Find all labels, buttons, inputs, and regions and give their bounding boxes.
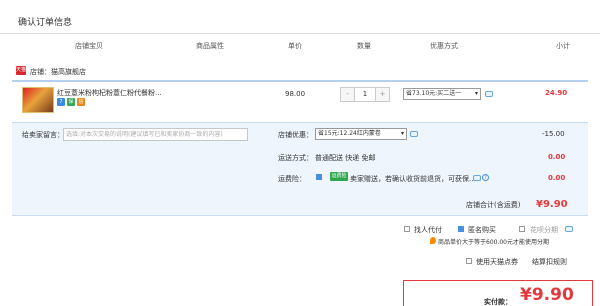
tmall-points-checkbox[interactable] — [466, 258, 472, 264]
quantity-input[interactable]: 1 — [354, 88, 376, 101]
decrement-button[interactable]: - — [341, 88, 354, 101]
col-item-header: 店铺宝贝 — [75, 42, 103, 50]
guarantee-icon: 保 — [67, 98, 75, 106]
insurance-checkbox[interactable] — [316, 174, 322, 180]
increment-button[interactable]: + — [376, 88, 389, 101]
installment-checkbox[interactable] — [519, 226, 525, 232]
col-attr-header: 商品属性 — [196, 42, 224, 50]
shop-total-value: ¥9.90 — [536, 199, 568, 210]
item-subtotal: 24.90 — [545, 89, 568, 97]
col-qty-header: 数量 — [357, 42, 371, 50]
shop-promo-select[interactable]: 省15元:12.24红内蒙卷 ▾ — [315, 128, 407, 140]
anonymous-checkbox[interactable] — [458, 226, 464, 232]
quantity-stepper: - 1 + — [340, 87, 390, 102]
col-price-header: 单价 — [288, 42, 302, 50]
tmall-points-label[interactable]: 使用天猫点券 — [476, 257, 518, 267]
seller-memo-input[interactable]: 选填:对本次交易的说明(建议填写已和卖家协商一致的内容) — [63, 128, 248, 141]
shop-promo-help-icon[interactable] — [410, 131, 418, 137]
credit-icon: 信 — [77, 98, 85, 106]
insurance-label: 运费险： — [278, 175, 306, 183]
item-promo-value: 省73.10元:买二送一 — [406, 90, 462, 97]
shop-promo-label: 店铺优惠： — [278, 131, 313, 139]
anonymous-label[interactable]: 匿名购买 — [468, 225, 496, 235]
shop-promo-amount: -15.00 — [542, 130, 565, 138]
payment-amount: ¥9.90 — [520, 285, 574, 305]
seven-day-return-icon: 7 — [57, 98, 65, 106]
installment-label[interactable]: 花呗分期 — [530, 225, 558, 235]
installment-help-icon[interactable] — [565, 226, 573, 232]
location-pin-icon — [430, 237, 436, 244]
insurance-badge: 运费险 — [330, 172, 348, 181]
details-divider — [12, 215, 588, 216]
shop-promo-value: 省15元:12.24红内蒙卷 — [318, 130, 381, 137]
col-subtotal-header: 小计 — [556, 42, 570, 50]
payment-label: 实付款： — [484, 298, 512, 306]
unit-price: 98.00 — [285, 90, 306, 98]
header-divider — [0, 33, 600, 34]
page-title: 确认订单信息 — [18, 18, 73, 28]
proxy-pay-checkbox[interactable] — [404, 226, 410, 232]
col-promo-header: 优惠方式 — [430, 42, 458, 50]
proxy-pay-label[interactable]: 找人代付 — [414, 225, 442, 235]
shipping-label: 运送方式： — [278, 154, 313, 162]
product-thumbnail[interactable] — [22, 87, 54, 113]
memo-label: 给卖家留言： — [22, 131, 64, 139]
insurance-help-icon[interactable] — [473, 175, 481, 181]
tmall-shop-icon: 天猫 — [16, 66, 27, 75]
shop-name[interactable]: 店铺：猫高旗舰店 — [30, 67, 86, 77]
points-rule-link[interactable]: 结算扣规则 — [532, 257, 567, 267]
shop-total-label: 店铺合计(含运费) — [466, 201, 521, 209]
chevron-down-icon: ▾ — [474, 90, 478, 97]
promo-help-icon[interactable] — [485, 91, 493, 97]
chevron-down-icon: ▾ — [400, 130, 404, 137]
question-icon[interactable]: ? — [482, 174, 489, 181]
installment-notice: 商品单价大于等于600.00元才能使用分期 — [438, 239, 549, 246]
insurance-text: 卖家赠送，若确认收货前退货，可获保... — [350, 175, 476, 183]
shipping-cost: 0.00 — [548, 153, 566, 161]
item-promo-select[interactable]: 省73.10元:买二送一 ▾ — [403, 88, 481, 100]
shipping-method: 普通配送 快递 免邮 — [315, 154, 376, 162]
product-name[interactable]: 红豆薏米粉枸杞粉薏仁粉代餐粉... — [57, 88, 162, 98]
insurance-cost: 0.00 — [548, 174, 566, 182]
